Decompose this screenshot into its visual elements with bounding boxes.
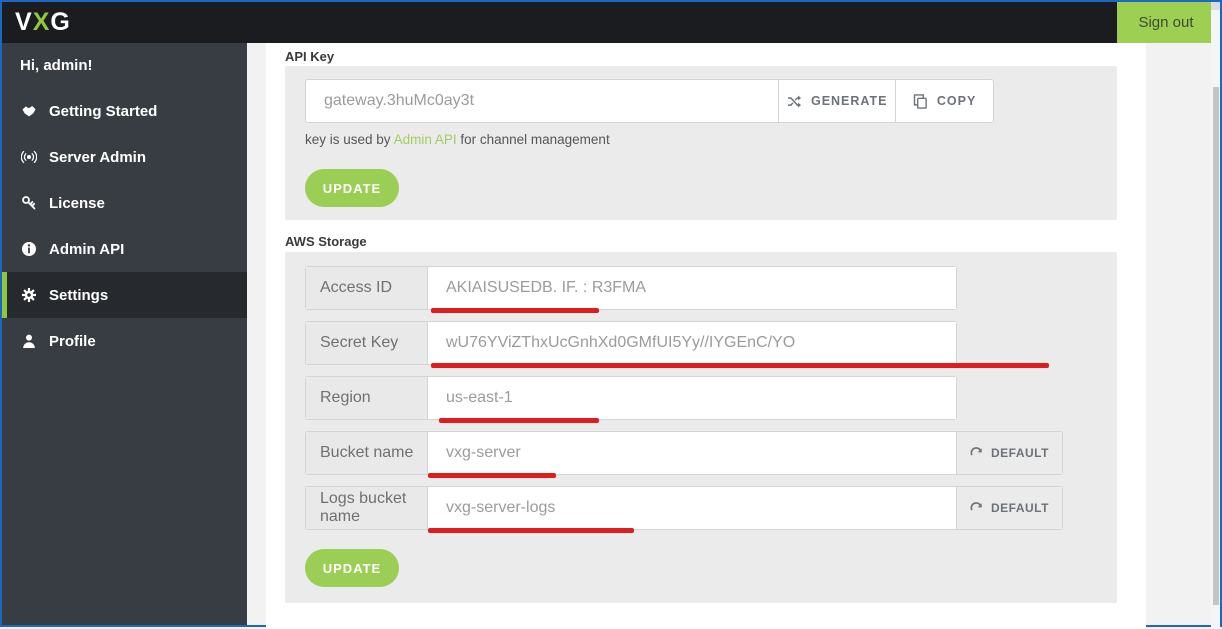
api-key-update-button[interactable]: UPDATE: [305, 169, 399, 207]
sidebar-item-getting-started[interactable]: Getting Started: [2, 88, 247, 134]
annotation-underline-secret-key: [431, 363, 1049, 368]
annotation-underline-region: [439, 418, 599, 423]
top-bar: VXG Sign out: [2, 2, 1220, 43]
copy-button[interactable]: COPY: [895, 80, 993, 122]
sidebar-menu: Getting Started Server Admin License Adm…: [2, 88, 247, 364]
sidebar-item-settings[interactable]: Settings: [2, 272, 247, 318]
annotation-underline-bucket-name: [428, 473, 556, 478]
logs-bucket-name-row: Logs bucket name DEFAULT: [305, 486, 1063, 530]
greeting-text: Hi, admin!: [20, 57, 93, 74]
page-scrollbar: [1211, 2, 1220, 629]
aws-storage-panel: Access ID Secret Key Region Bucket name …: [285, 252, 1117, 603]
sidebar: Hi, admin! Getting Started Server Admin …: [2, 43, 247, 625]
secret-key-label: Secret Key: [306, 322, 427, 364]
api-key-caption: key is used by Admin API for channel man…: [305, 132, 610, 147]
region-label: Region: [306, 377, 427, 419]
refresh-icon: [970, 446, 983, 460]
key-icon: [21, 195, 37, 211]
sidebar-item-profile[interactable]: Profile: [2, 318, 247, 364]
user-icon: [21, 333, 37, 349]
logs-bucket-name-input[interactable]: [427, 487, 956, 529]
sidebar-item-label: Getting Started: [49, 102, 158, 120]
scrollbar-top-button[interactable]: [1211, 2, 1220, 10]
refresh-icon: [970, 501, 983, 515]
annotation-underline-logs-bucket: [428, 528, 634, 533]
annotation-underline-access-id: [431, 308, 599, 313]
sign-out-button[interactable]: Sign out: [1117, 2, 1215, 43]
bucket-default-button[interactable]: DEFAULT: [956, 432, 1062, 474]
region-input[interactable]: [427, 377, 956, 419]
info-icon: [21, 241, 37, 257]
bucket-name-row: Bucket name DEFAULT: [305, 431, 1063, 475]
logs-bucket-name-label: Logs bucket name: [306, 487, 427, 529]
settings-card: API Key GENERATE COPY key is used by Adm: [266, 43, 1146, 629]
sidebar-item-server-admin[interactable]: Server Admin: [2, 134, 247, 180]
admin-api-link[interactable]: Admin API: [394, 132, 457, 147]
access-id-row: Access ID: [305, 266, 957, 310]
access-id-input[interactable]: [427, 267, 956, 309]
copy-icon: [913, 93, 928, 109]
logs-bucket-default-button[interactable]: DEFAULT: [956, 487, 1062, 529]
region-row: Region: [305, 376, 957, 420]
gear-icon: [21, 287, 37, 303]
bucket-name-input[interactable]: [427, 432, 956, 474]
generate-button[interactable]: GENERATE: [778, 80, 896, 122]
sidebar-item-label: License: [49, 194, 105, 212]
sidebar-item-license[interactable]: License: [2, 180, 247, 226]
main-area: API Key GENERATE COPY key is used by Adm: [247, 43, 1220, 629]
handshake-icon: [21, 103, 37, 119]
api-key-panel: GENERATE COPY key is used by Admin API f…: [285, 66, 1117, 220]
access-id-label: Access ID: [306, 267, 427, 309]
sidebar-item-label: Server Admin: [49, 148, 146, 166]
secret-key-row: Secret Key: [305, 321, 957, 365]
api-key-group: GENERATE COPY: [305, 79, 994, 123]
sidebar-item-label: Settings: [49, 286, 109, 304]
api-key-section-title: API Key: [285, 49, 335, 64]
secret-key-input[interactable]: [427, 322, 956, 364]
shuffle-icon: [787, 94, 802, 109]
vxg-logo: VXG: [15, 8, 71, 36]
api-key-input[interactable]: [306, 80, 779, 122]
broadcast-icon: [21, 149, 37, 165]
sidebar-item-label: Profile: [49, 332, 96, 350]
aws-storage-update-button[interactable]: UPDATE: [305, 549, 399, 587]
scrollbar-thumb[interactable]: [1213, 87, 1219, 605]
sidebar-item-admin-api[interactable]: Admin API: [2, 226, 247, 272]
sidebar-item-label: Admin API: [49, 240, 125, 258]
bucket-name-label: Bucket name: [306, 432, 427, 474]
aws-storage-section-title: AWS Storage: [285, 234, 367, 249]
